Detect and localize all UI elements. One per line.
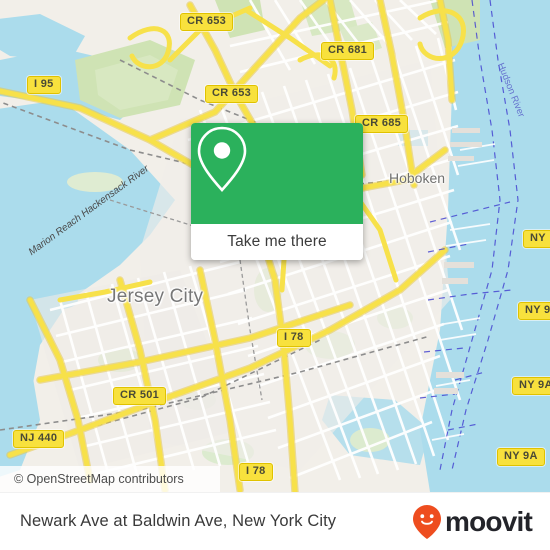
moovit-logo[interactable]: moovit: [412, 504, 533, 540]
map-screen: Jersey City Hoboken Marion Reach Hackens…: [0, 0, 550, 550]
route-shield-ny-9a-upper[interactable]: NY 9A: [512, 377, 550, 395]
moovit-wordmark: moovit: [445, 505, 533, 537]
osm-attribution-text: © OpenStreetMap contributors: [14, 472, 184, 486]
route-shield-ny-9[interactable]: NY 9: [518, 302, 550, 320]
route-shield-cr-501[interactable]: CR 501: [113, 387, 167, 405]
map-canvas[interactable]: Jersey City Hoboken Marion Reach Hackens…: [0, 0, 550, 492]
route-shield-i-78-upper[interactable]: I 78: [277, 329, 311, 347]
route-shield-i-95[interactable]: I 95: [27, 76, 61, 94]
station-title: Newark Ave at Baldwin Ave, New York City: [20, 512, 337, 530]
popup-pin-panel: [191, 123, 363, 224]
route-shield-ny-9a-lower[interactable]: NY 9A: [497, 448, 545, 466]
map-pin-icon: [197, 126, 247, 192]
route-shield-cr-653-north[interactable]: CR 653: [180, 13, 234, 31]
popup-action-label[interactable]: Take me there: [191, 224, 363, 260]
route-shield-i-78-lower[interactable]: I 78: [239, 463, 273, 481]
take-me-there-popup[interactable]: Take me there: [191, 123, 363, 260]
route-shield-cr-653-south[interactable]: CR 653: [205, 85, 259, 103]
osm-attribution[interactable]: © OpenStreetMap contributors: [0, 466, 220, 492]
route-shield-nj-440[interactable]: NJ 440: [13, 430, 65, 448]
route-shield-ny[interactable]: NY: [523, 230, 550, 248]
footer-bar: Newark Ave at Baldwin Ave, New York City…: [0, 492, 550, 550]
moovit-pin-smile-icon: [413, 504, 442, 539]
route-shield-cr-681[interactable]: CR 681: [321, 42, 375, 60]
